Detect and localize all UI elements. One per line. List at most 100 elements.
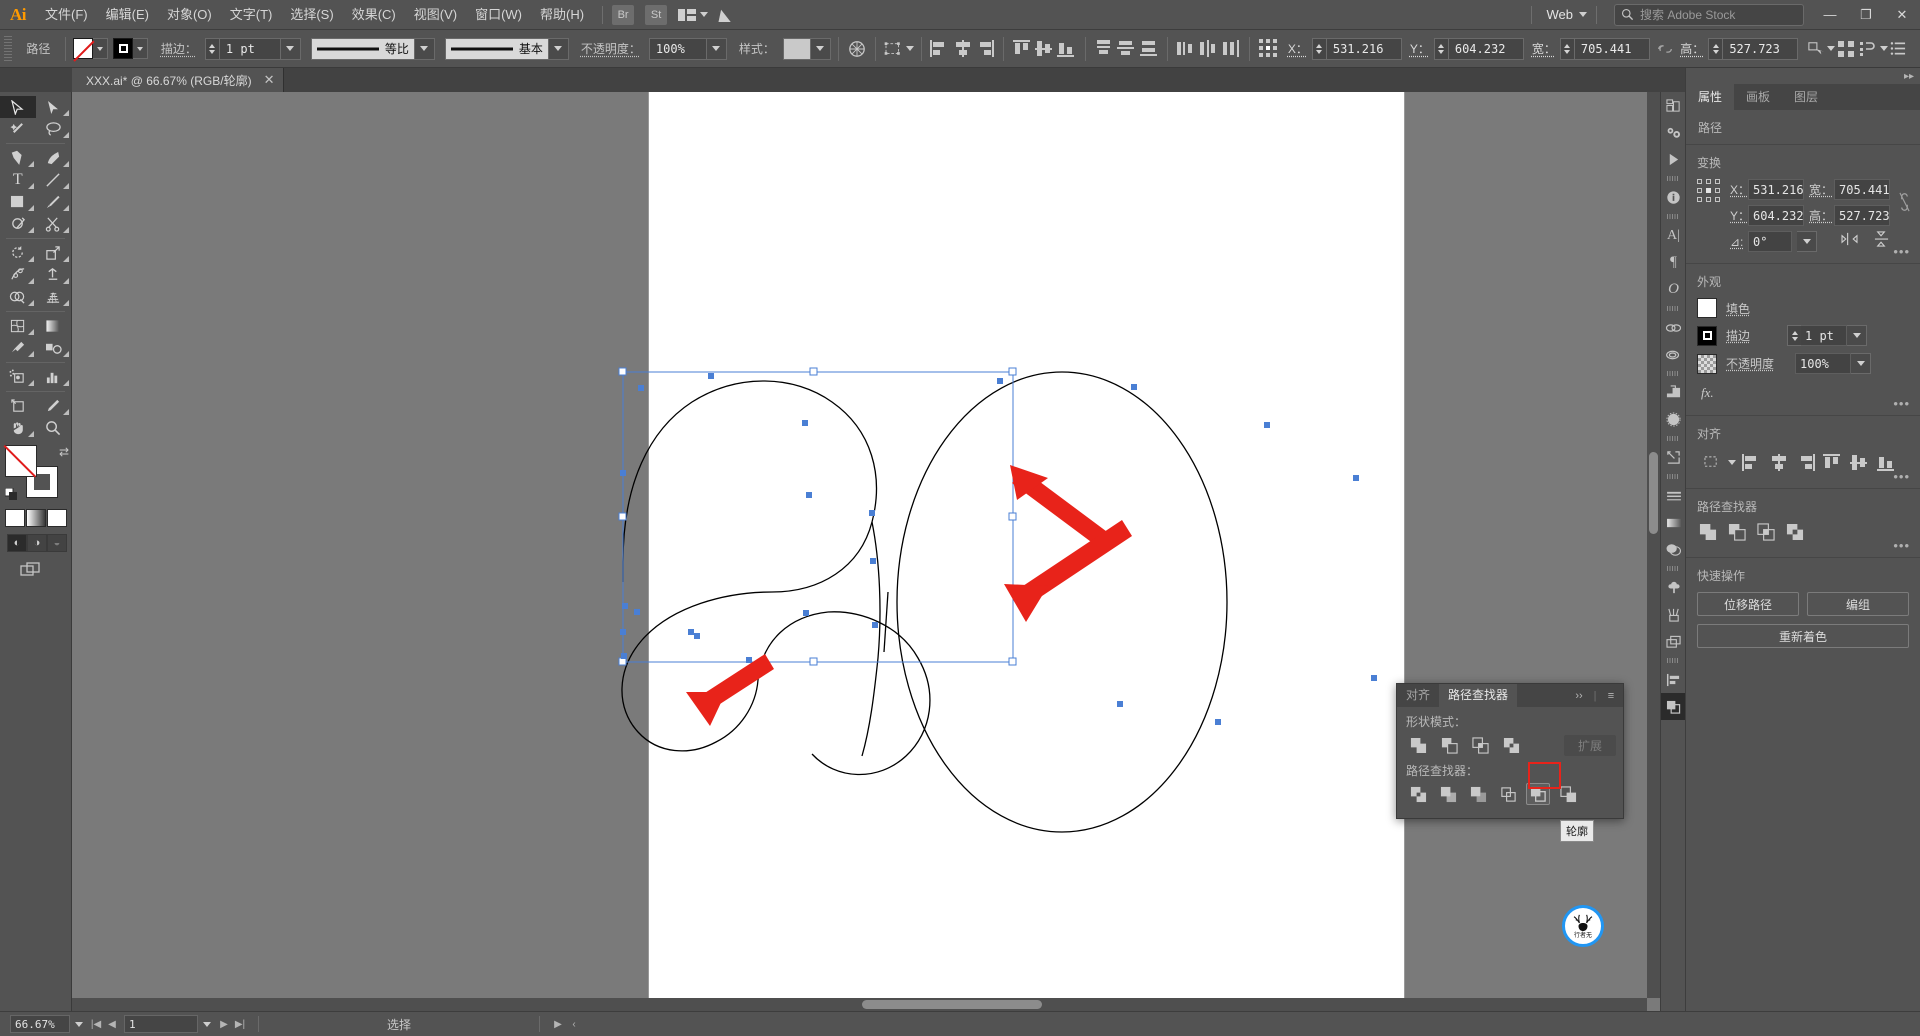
magic-wand-tool[interactable] bbox=[0, 118, 36, 140]
transform-angle-chevron-down-icon[interactable] bbox=[1797, 231, 1817, 252]
opacity-value[interactable]: 100% bbox=[648, 37, 707, 60]
transform-x-value[interactable]: 531.216 bbox=[1748, 179, 1804, 200]
distribute-right-icon[interactable] bbox=[1220, 37, 1242, 61]
appearance-more-options[interactable]: ••• bbox=[1893, 396, 1910, 411]
perspective-grid-tool[interactable] bbox=[36, 286, 72, 308]
control-bar-grip[interactable] bbox=[4, 35, 13, 62]
control-y-value[interactable]: 604.232 bbox=[1447, 37, 1524, 60]
swap-fill-stroke-icon[interactable]: ⇄ bbox=[59, 445, 69, 459]
appearance-stroke-label[interactable]: 描边 bbox=[1726, 327, 1774, 344]
pathfinder-more-options[interactable]: ••• bbox=[1893, 538, 1910, 553]
scale-tool[interactable] bbox=[36, 242, 72, 264]
column-graph-tool[interactable] bbox=[36, 366, 72, 388]
direct-selection-tool[interactable] bbox=[36, 96, 72, 118]
distribute-left-icon[interactable] bbox=[1175, 37, 1197, 61]
type-tool[interactable]: T bbox=[0, 169, 36, 191]
appearance-opacity-label[interactable]: 不透明度 bbox=[1726, 355, 1786, 372]
select-similar-chevron-down-icon[interactable] bbox=[905, 46, 914, 51]
transform-more-options[interactable]: ••• bbox=[1893, 244, 1910, 259]
stroke-color-swatch[interactable] bbox=[113, 38, 133, 59]
pf-menu-icon[interactable]: ≡ bbox=[1603, 684, 1619, 707]
distribute-center-horizontal-icon[interactable] bbox=[1198, 37, 1220, 61]
first-artboard-icon[interactable]: |◀ bbox=[88, 1019, 104, 1030]
stroke-panel-icon[interactable] bbox=[1661, 482, 1686, 509]
layers-panel-icon[interactable] bbox=[1661, 628, 1686, 655]
artboard-chevron-down-icon[interactable] bbox=[198, 1021, 216, 1027]
align-center-vertical-icon[interactable] bbox=[1033, 37, 1055, 61]
pathfinder-minus-back-button[interactable] bbox=[1556, 783, 1580, 805]
menu-effect[interactable]: 效果(C) bbox=[343, 0, 405, 30]
control-y-stepper[interactable] bbox=[1433, 37, 1448, 60]
draw-inside-mode[interactable]: ◒ bbox=[47, 534, 67, 552]
eyedropper-tool[interactable] bbox=[0, 337, 36, 359]
next-artboard-icon[interactable]: ▶ bbox=[216, 1019, 232, 1030]
curvature-tool[interactable] bbox=[36, 147, 72, 169]
document-tab-close-icon[interactable]: ✕ bbox=[264, 72, 275, 88]
tab-artboards[interactable]: 画板 bbox=[1734, 84, 1782, 110]
transform-reference-point-icon[interactable] bbox=[1257, 37, 1279, 61]
panel-align-center-v-icon[interactable] bbox=[1847, 450, 1871, 474]
artboard-tool[interactable] bbox=[0, 395, 36, 417]
draw-behind-mode[interactable]: ◑ bbox=[27, 534, 47, 552]
control-w-stepper[interactable] bbox=[1559, 37, 1574, 60]
stroke-profile-value[interactable]: 等比 bbox=[310, 37, 415, 60]
free-transform-tool[interactable] bbox=[36, 264, 72, 286]
panel-align-left-icon[interactable] bbox=[1739, 450, 1763, 474]
libraries-icon[interactable] bbox=[1661, 92, 1686, 119]
paragraph-panel-icon[interactable]: ¶ bbox=[1661, 249, 1686, 276]
panel-collapse-icon[interactable]: ▸▸ bbox=[1686, 68, 1920, 84]
fill-indicator-swatch[interactable] bbox=[5, 445, 37, 477]
vertical-scroll-thumb[interactable] bbox=[1649, 452, 1658, 534]
menu-object[interactable]: 对象(O) bbox=[158, 0, 221, 30]
pp-pathfinder-exclude-icon[interactable] bbox=[1786, 523, 1806, 543]
arrange-documents-icon[interactable] bbox=[678, 7, 698, 23]
menu-window[interactable]: 窗口(W) bbox=[466, 0, 531, 30]
menu-help[interactable]: 帮助(H) bbox=[531, 0, 593, 30]
scissors-tool[interactable] bbox=[36, 213, 72, 235]
document-tab[interactable]: XXX.ai* @ 66.67% (RGB/轮廓) ✕ bbox=[72, 68, 285, 92]
gradient-panel-icon[interactable] bbox=[1661, 406, 1686, 433]
horizontal-scroll-thumb[interactable] bbox=[862, 1000, 1042, 1009]
gradient-tool[interactable] bbox=[36, 315, 72, 337]
flip-vertical-icon[interactable] bbox=[1874, 231, 1889, 252]
pf-tab-pathfinder[interactable]: 路径查找器 bbox=[1439, 684, 1518, 707]
previous-artboard-icon[interactable]: ◀ bbox=[104, 1019, 120, 1030]
stroke-weight-chevron-down-icon[interactable] bbox=[280, 37, 301, 60]
shape-mode-intersect-button[interactable] bbox=[1468, 734, 1492, 756]
stock-button[interactable]: St bbox=[645, 4, 668, 25]
character-panel-icon[interactable]: A| bbox=[1661, 222, 1686, 249]
stroke-profile-chevron-down-icon[interactable] bbox=[414, 37, 435, 60]
pathfinder-panel-dock-icon[interactable] bbox=[1661, 693, 1686, 720]
transform-h-value[interactable]: 527.723 bbox=[1834, 205, 1890, 226]
brush-chevron-down-icon[interactable] bbox=[548, 37, 569, 60]
opacity-label[interactable]: 不透明度： bbox=[581, 40, 641, 57]
shaper-tool[interactable] bbox=[0, 213, 36, 235]
stock-search-box[interactable]: 搜索 Adobe Stock bbox=[1614, 3, 1804, 26]
pathfinder-divide-button[interactable] bbox=[1406, 783, 1430, 805]
align-to-selection-icon[interactable] bbox=[1697, 450, 1725, 474]
mesh-tool[interactable] bbox=[0, 315, 36, 337]
shape-mode-unite-button[interactable] bbox=[1406, 734, 1430, 756]
pf-overflow-icon[interactable]: ›› bbox=[1571, 684, 1587, 707]
zoom-tool[interactable] bbox=[36, 417, 72, 439]
brush-definition-value[interactable]: 基本 bbox=[444, 37, 549, 60]
color-panel-icon[interactable] bbox=[1661, 509, 1686, 536]
transform-y-value[interactable]: 604.232 bbox=[1748, 205, 1804, 226]
pathfinder-crop-button[interactable] bbox=[1496, 783, 1520, 805]
slice-tool[interactable] bbox=[36, 395, 72, 417]
appearance-fill-swatch[interactable] bbox=[1697, 298, 1717, 318]
appearance-stroke-stepper[interactable] bbox=[1787, 325, 1801, 346]
menu-file[interactable]: 文件(F) bbox=[36, 0, 97, 30]
minimize-button[interactable]: — bbox=[1812, 0, 1848, 30]
align-more-options[interactable]: ••• bbox=[1893, 469, 1910, 484]
brushes-panel-icon[interactable] bbox=[1661, 601, 1686, 628]
transform-options-icon[interactable] bbox=[1804, 37, 1826, 61]
align-panel-icon[interactable] bbox=[1835, 37, 1857, 61]
appearance-stroke-chevron-down-icon[interactable] bbox=[1847, 325, 1867, 346]
fill-stroke-indicator[interactable]: ⇄ bbox=[4, 445, 69, 501]
transform-reference-point-widget[interactable] bbox=[1697, 179, 1723, 205]
zoom-chevron-down-icon[interactable] bbox=[70, 1021, 88, 1027]
shape-builder-tool[interactable] bbox=[0, 286, 36, 308]
selection-tool[interactable] bbox=[0, 96, 36, 118]
menu-view[interactable]: 视图(V) bbox=[405, 0, 466, 30]
